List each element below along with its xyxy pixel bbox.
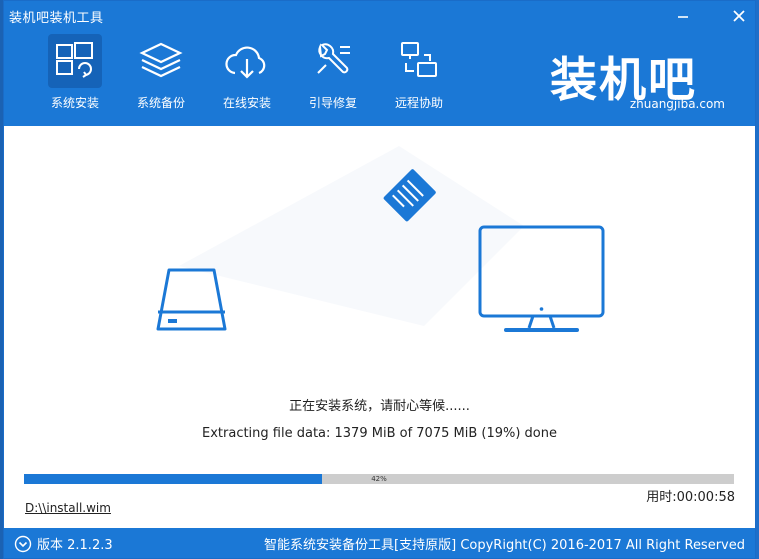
install-status-text: 正在安装系统，请耐心等候...... — [289, 399, 470, 414]
nav-item-remote-assist[interactable]: 远程协助 — [376, 34, 462, 116]
nav-label: 远程协助 — [394, 96, 443, 110]
window-header: 装机吧装机工具 系统安装 系统备份 在线安装 引导修复 远程协助 装机吧 zhu… — [4, 1, 755, 126]
copyright-text: 智能系统安装备份工具[支持原版] CopyRight(C) 2016-2017 … — [264, 538, 745, 553]
layers-backup-icon — [139, 42, 183, 78]
extract-detail-text: Extracting file data: 1379 MiB of 7075 M… — [202, 426, 557, 441]
wrench-repair-icon — [317, 43, 350, 74]
windows-install-icon — [56, 42, 93, 78]
nav-item-system-backup[interactable]: 系统备份 — [118, 34, 204, 116]
chevron-down-circle-icon — [14, 535, 32, 552]
install-progress-bar: 42% — [24, 474, 734, 484]
installer-window: 装机吧装机工具 系统安装 系统备份 在线安装 引导修复 远程协助 装机吧 zhu… — [3, 0, 756, 559]
version-text: 版本 2.1.2.3 — [37, 538, 113, 553]
minimize-button[interactable] — [670, 5, 696, 27]
window-title: 装机吧装机工具 — [9, 11, 104, 26]
version-info[interactable]: 版本 2.1.2.3 — [14, 534, 113, 553]
nav-label: 在线安装 — [222, 96, 271, 110]
transfer-beam — [179, 146, 524, 326]
close-icon — [733, 10, 745, 22]
close-button[interactable] — [726, 5, 752, 27]
nav-item-online-install[interactable]: 在线安装 — [204, 34, 290, 116]
remote-assist-icon — [401, 42, 437, 77]
illustration — [156, 146, 605, 332]
cloud-download-icon — [225, 46, 266, 79]
logo-en-text: zhuangjiba.com — [629, 97, 725, 111]
footer-bar: 版本 2.1.2.3 智能系统安装备份工具[支持原版] CopyRight(C)… — [4, 528, 755, 558]
nav-label: 系统安装 — [50, 96, 99, 110]
install-content: 正在安装系统，请耐心等候...... Extracting file data:… — [4, 126, 755, 528]
install-file-link[interactable]: D:\\install.wim — [25, 501, 111, 515]
progress-label: 42% — [371, 475, 387, 483]
nav-label: 引导修复 — [308, 96, 357, 110]
hard-drive-icon — [156, 268, 227, 331]
brand-logo: 装机吧 zhuangjiba.com — [550, 41, 725, 116]
main-nav: 系统安装 系统备份 在线安装 引导修复 远程协助 — [32, 34, 462, 116]
nav-label: 系统备份 — [136, 96, 185, 110]
elapsed-time: 用时:00:00:58 — [646, 490, 735, 505]
minimize-icon — [678, 16, 688, 18]
nav-item-boot-repair[interactable]: 引导修复 — [290, 34, 376, 116]
nav-item-system-install[interactable]: 系统安装 — [32, 34, 118, 116]
